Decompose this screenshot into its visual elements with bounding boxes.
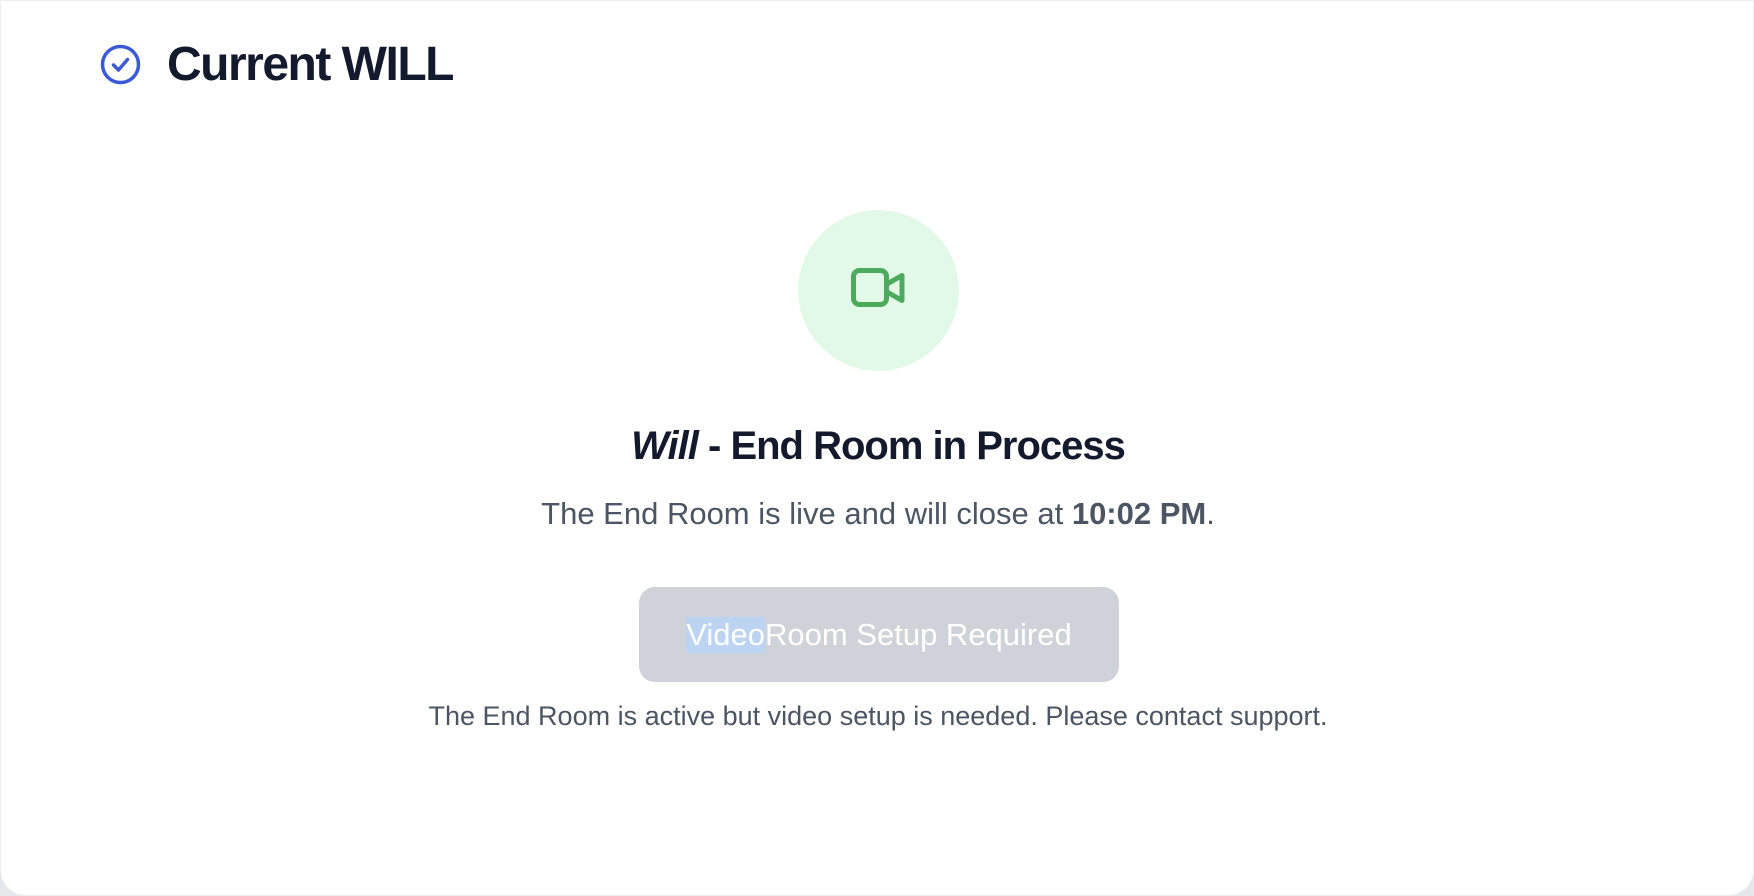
video-room-setup-button[interactable]: Video Room Setup Required — [639, 587, 1119, 682]
help-text: The End Room is active but video setup i… — [428, 701, 1328, 731]
page-title: Current WILL — [167, 37, 454, 91]
button-label-rest: Room Setup Required — [765, 616, 1072, 652]
status-title-text: - End Room in Process — [697, 424, 1126, 468]
video-camera-icon — [850, 267, 907, 314]
button-label-selected: Video — [686, 616, 765, 653]
status-desc-suffix: . — [1206, 496, 1215, 531]
status-title-will: Will — [631, 424, 699, 468]
status-title: Will - End Room in Process — [1, 424, 1754, 469]
status-desc-prefix: The End Room is live and will close at — [541, 496, 1072, 531]
close-time: 10:02 PM — [1071, 496, 1207, 531]
status-description: The End Room is live and will close at 1… — [1, 496, 1754, 532]
current-will-card: Current WILL Will - End Room in Process … — [0, 0, 1754, 896]
video-status-badge — [798, 210, 959, 371]
card-header: Current WILL — [99, 37, 454, 91]
check-circle-icon — [99, 43, 142, 86]
